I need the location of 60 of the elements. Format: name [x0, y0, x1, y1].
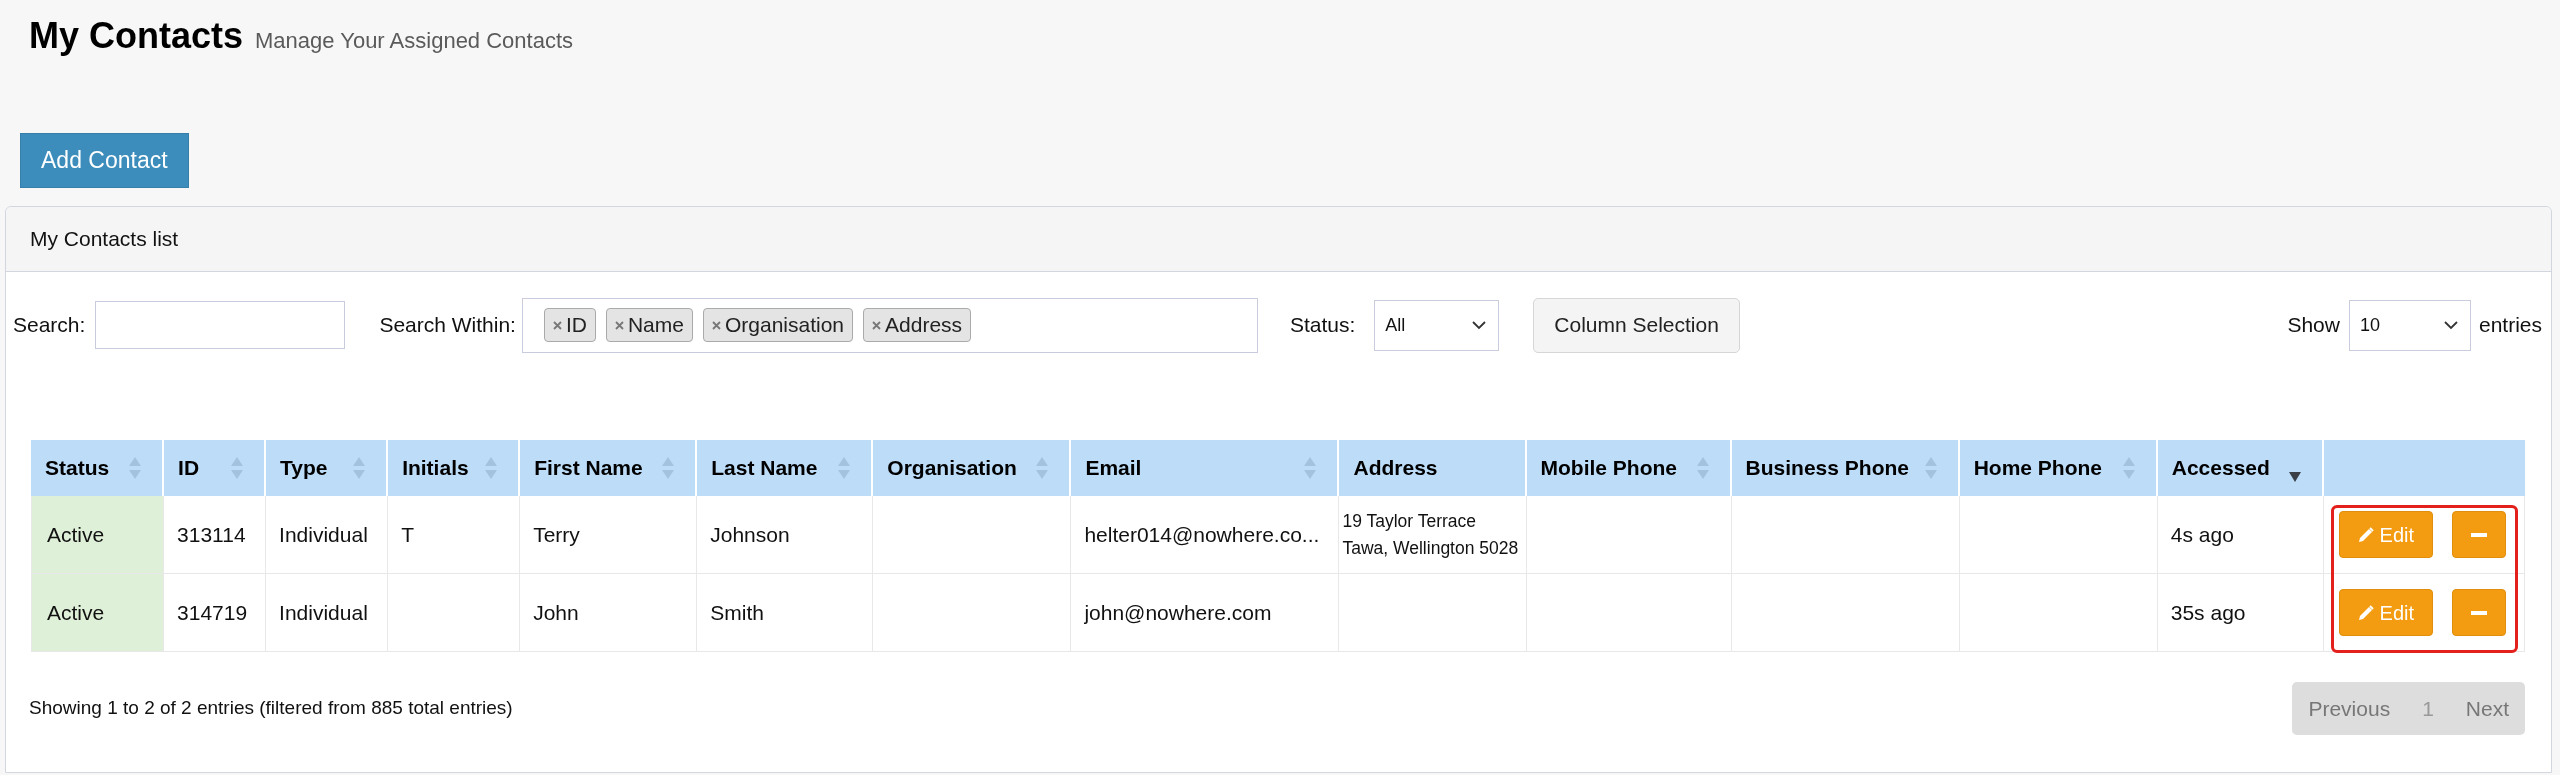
table-cell: 314719: [164, 574, 267, 652]
table-info: Showing 1 to 2 of 2 entries (filtered from 885 total entries): [29, 696, 513, 720]
column-header[interactable]: Home Phone: [1959, 440, 2158, 496]
entries-label: entries: [2478, 312, 2542, 339]
close-icon: [711, 320, 721, 330]
page-title: My Contacts: [29, 14, 244, 58]
filter-tag[interactable]: Organisation: [702, 308, 854, 342]
minus-icon: [2470, 610, 2487, 615]
column-header[interactable]: Status: [31, 440, 165, 496]
chevron-down-icon: [2443, 320, 2458, 330]
table-cell: T: [388, 496, 521, 574]
status-cell: Active: [31, 574, 165, 652]
table-cell: 19 Taylor Terrace Tawa, Wellington 5028: [1339, 496, 1527, 574]
table-cell: Individual: [266, 496, 389, 574]
search-within-label: Search Within:: [379, 312, 516, 339]
close-icon: [614, 320, 624, 330]
panel-title: My Contacts list: [30, 226, 179, 253]
table-cell: Johnson: [697, 496, 874, 574]
minus-button[interactable]: [2451, 589, 2506, 636]
column-header[interactable]: Mobile Phone: [1526, 440, 1732, 496]
column-header[interactable]: ID: [164, 440, 267, 496]
search-within-field[interactable]: ID Name Organisation Address: [521, 297, 1258, 353]
minus-icon: [2470, 532, 2487, 537]
filter-tag[interactable]: Name: [605, 308, 693, 342]
column-header: Address: [1339, 440, 1527, 496]
column-header[interactable]: Accessed: [2157, 440, 2324, 496]
add-contact-button[interactable]: Add Contact: [20, 133, 189, 188]
page-size-dropdown[interactable]: 10: [2348, 299, 2471, 351]
column-header[interactable]: Last Name: [697, 440, 874, 496]
column-header[interactable]: Email: [1071, 440, 1340, 496]
table-cell: helter014@nowhere.co...: [1071, 496, 1340, 574]
table-cell: Smith: [697, 574, 874, 652]
column-selection-button[interactable]: Column Selection: [1533, 297, 1740, 353]
pencil-icon: [2357, 604, 2374, 621]
status-dropdown[interactable]: All: [1374, 299, 1500, 351]
column-header[interactable]: Type: [266, 440, 389, 496]
column-header[interactable]: Business Phone: [1731, 440, 1960, 496]
close-icon: [872, 320, 882, 330]
table-cell: 313114: [164, 496, 267, 574]
status-label: Status:: [1289, 312, 1356, 339]
pencil-icon: [2357, 526, 2374, 543]
minus-button[interactable]: [2451, 511, 2506, 558]
table-cell: John: [520, 574, 698, 652]
column-header[interactable]: Initials: [388, 440, 521, 496]
show-label: Show: [2287, 312, 2340, 339]
table-cell: Individual: [266, 574, 389, 652]
table-cell: 4s ago: [2157, 496, 2324, 574]
filter-tag[interactable]: Address: [863, 308, 972, 342]
table-cell: 35s ago: [2157, 574, 2324, 652]
filter-tag[interactable]: ID: [543, 308, 596, 342]
status-cell: Active: [31, 496, 165, 574]
column-header[interactable]: Organisation: [873, 440, 1072, 496]
chevron-down-icon: [1472, 320, 1487, 330]
page-subtitle: Manage Your Assigned Contacts: [255, 27, 574, 55]
search-label: Search:: [13, 312, 86, 339]
column-header[interactable]: First Name: [520, 440, 698, 496]
table-cell: john@nowhere.com: [1071, 574, 1340, 652]
close-icon: [552, 320, 562, 330]
table-cell: Terry: [520, 496, 698, 574]
search-field[interactable]: [95, 301, 346, 349]
